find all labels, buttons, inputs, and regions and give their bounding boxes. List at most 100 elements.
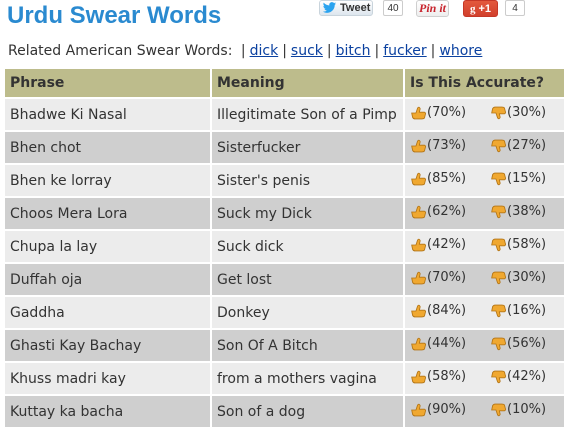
vote-inaccurate-button[interactable]: (27%) (490, 138, 546, 153)
phrase-cell: Bhen ke lorray (3, 163, 212, 198)
table-row: Gaddha Donkey (84%) (16%) (3, 295, 566, 330)
phrase-cell: Choos Mera Lora (3, 196, 212, 231)
vote-accurate-button[interactable]: (73%) (410, 138, 466, 153)
google-plus-icon: g (469, 2, 476, 15)
accuracy-cell: (90%) (10%) (403, 394, 566, 429)
pinit-button[interactable]: Pin it (416, 0, 449, 17)
vote-inaccurate-button[interactable]: (15%) (490, 171, 546, 186)
phrase-cell: Khuss madri kay (3, 361, 212, 396)
table-row: Kuttay ka bacha Son of a dog (90%) (10%) (3, 394, 566, 429)
thumbs-up-icon (411, 403, 427, 417)
thumbs-down-icon (491, 304, 507, 317)
vote-inaccurate-button[interactable]: (58%) (490, 237, 546, 252)
thumbs-up-icon (411, 106, 427, 120)
accuracy-cell: (62%) (38%) (403, 196, 566, 231)
plus-one-label: +1 (478, 2, 492, 15)
inaccurate-percent: (30%) (507, 270, 547, 286)
table-row: Choos Mera Lora Suck my Dick (62%) (38%) (3, 196, 566, 231)
separator: | (430, 43, 436, 59)
accurate-percent: (90%) (427, 402, 467, 418)
vote-inaccurate-button[interactable]: (56%) (490, 336, 546, 351)
accurate-percent: (62%) (427, 204, 467, 220)
meaning-cell: Son of a dog (210, 394, 405, 429)
related-link-suck[interactable]: suck (291, 43, 323, 59)
vote-inaccurate-button[interactable]: (30%) (490, 105, 546, 120)
table-row: Bhen ke lorray Sister's penis (85%) (15%) (3, 163, 566, 198)
thumbs-down-icon (491, 205, 507, 218)
vote-accurate-button[interactable]: (90%) (410, 402, 466, 417)
related-link-whore[interactable]: whore (439, 43, 482, 59)
column-header-accurate: Is This Accurate? (403, 67, 566, 99)
vote-accurate-button[interactable]: (85%) (410, 171, 466, 186)
accuracy-cell: (70%) (30%) (403, 97, 566, 132)
twitter-bird-icon (322, 2, 337, 13)
vote-accurate-button[interactable]: (70%) (410, 105, 466, 120)
separator: | (240, 43, 246, 59)
swear-words-table: Phrase Meaning Is This Accurate? Bhadwe … (3, 67, 566, 429)
inaccurate-percent: (27%) (507, 138, 547, 154)
vote-inaccurate-button[interactable]: (16%) (490, 303, 546, 318)
accurate-percent: (70%) (427, 105, 467, 121)
meaning-cell: Sister's penis (210, 163, 405, 198)
tweet-label: Tweet (340, 2, 371, 14)
related-link-dick[interactable]: dick (250, 43, 279, 59)
vote-accurate-button[interactable]: (70%) (410, 270, 466, 285)
table-header-row: Phrase Meaning Is This Accurate? (3, 67, 566, 99)
thumbs-up-icon (411, 304, 427, 318)
thumbs-up-icon (411, 238, 427, 252)
related-link-bitch[interactable]: bitch (336, 43, 371, 59)
table-row: Bhadwe Ki Nasal Illegitimate Son of a Pim… (3, 97, 566, 132)
accurate-percent: (73%) (427, 138, 467, 154)
inaccurate-percent: (56%) (507, 336, 547, 352)
accurate-percent: (70%) (427, 270, 467, 286)
vote-inaccurate-button[interactable]: (30%) (490, 270, 546, 285)
column-header-phrase: Phrase (3, 67, 212, 99)
thumbs-up-icon (411, 205, 427, 219)
vote-inaccurate-button[interactable]: (10%) (490, 402, 546, 417)
gplus-count: 4 (505, 0, 525, 16)
vote-accurate-button[interactable]: (62%) (410, 204, 466, 219)
phrase-cell: Chupa la lay (3, 229, 212, 264)
related-label: Related American Swear Words: (8, 43, 233, 59)
accuracy-cell: (73%) (27%) (403, 130, 566, 165)
thumbs-up-icon (411, 172, 427, 186)
phrase-cell: Bhadwe Ki Nasal (3, 97, 212, 132)
vote-accurate-button[interactable]: (44%) (410, 336, 466, 351)
phrase-cell: Kuttay ka bacha (3, 394, 212, 429)
thumbs-down-icon (491, 139, 507, 152)
accuracy-cell: (44%) (56%) (403, 328, 566, 363)
thumbs-up-icon (411, 139, 427, 153)
thumbs-down-icon (491, 172, 507, 185)
page-title: Urdu Swear Words (7, 2, 222, 29)
thumbs-down-icon (491, 403, 507, 416)
related-link-fucker[interactable]: fucker (383, 43, 426, 59)
tweet-button[interactable]: Tweet (319, 0, 373, 16)
separator: | (282, 43, 287, 59)
vote-inaccurate-button[interactable]: (38%) (490, 204, 546, 219)
separator: | (326, 43, 332, 59)
google-plus-button[interactable]: g +1 (463, 0, 498, 17)
accurate-percent: (58%) (427, 369, 467, 385)
vote-inaccurate-button[interactable]: (42%) (490, 369, 546, 384)
related-words: Related American Swear Words: | dick | suck… (8, 42, 482, 60)
phrase-cell: Ghasti Kay Bachay (3, 328, 212, 363)
thumbs-down-icon (491, 337, 507, 350)
inaccurate-percent: (10%) (507, 402, 547, 418)
meaning-cell: Get lost (210, 262, 405, 297)
accuracy-cell: (70%) (30%) (403, 262, 566, 297)
vote-accurate-button[interactable]: (42%) (410, 237, 466, 252)
vote-accurate-button[interactable]: (58%) (410, 369, 466, 384)
accuracy-cell: (85%) (15%) (403, 163, 566, 198)
meaning-cell: Suck my Dick (210, 196, 405, 231)
accuracy-cell: (42%) (58%) (403, 229, 566, 264)
inaccurate-percent: (16%) (507, 303, 547, 319)
inaccurate-percent: (15%) (507, 171, 547, 187)
phrase-cell: Gaddha (3, 295, 212, 330)
vote-accurate-button[interactable]: (84%) (410, 303, 466, 318)
accurate-percent: (42%) (427, 237, 467, 253)
meaning-cell: from a mothers vagina (210, 361, 405, 396)
meaning-cell: Son Of A Bitch (210, 328, 405, 363)
thumbs-up-icon (411, 271, 427, 285)
meaning-cell: Donkey (210, 295, 405, 330)
column-header-meaning: Meaning (210, 67, 405, 99)
